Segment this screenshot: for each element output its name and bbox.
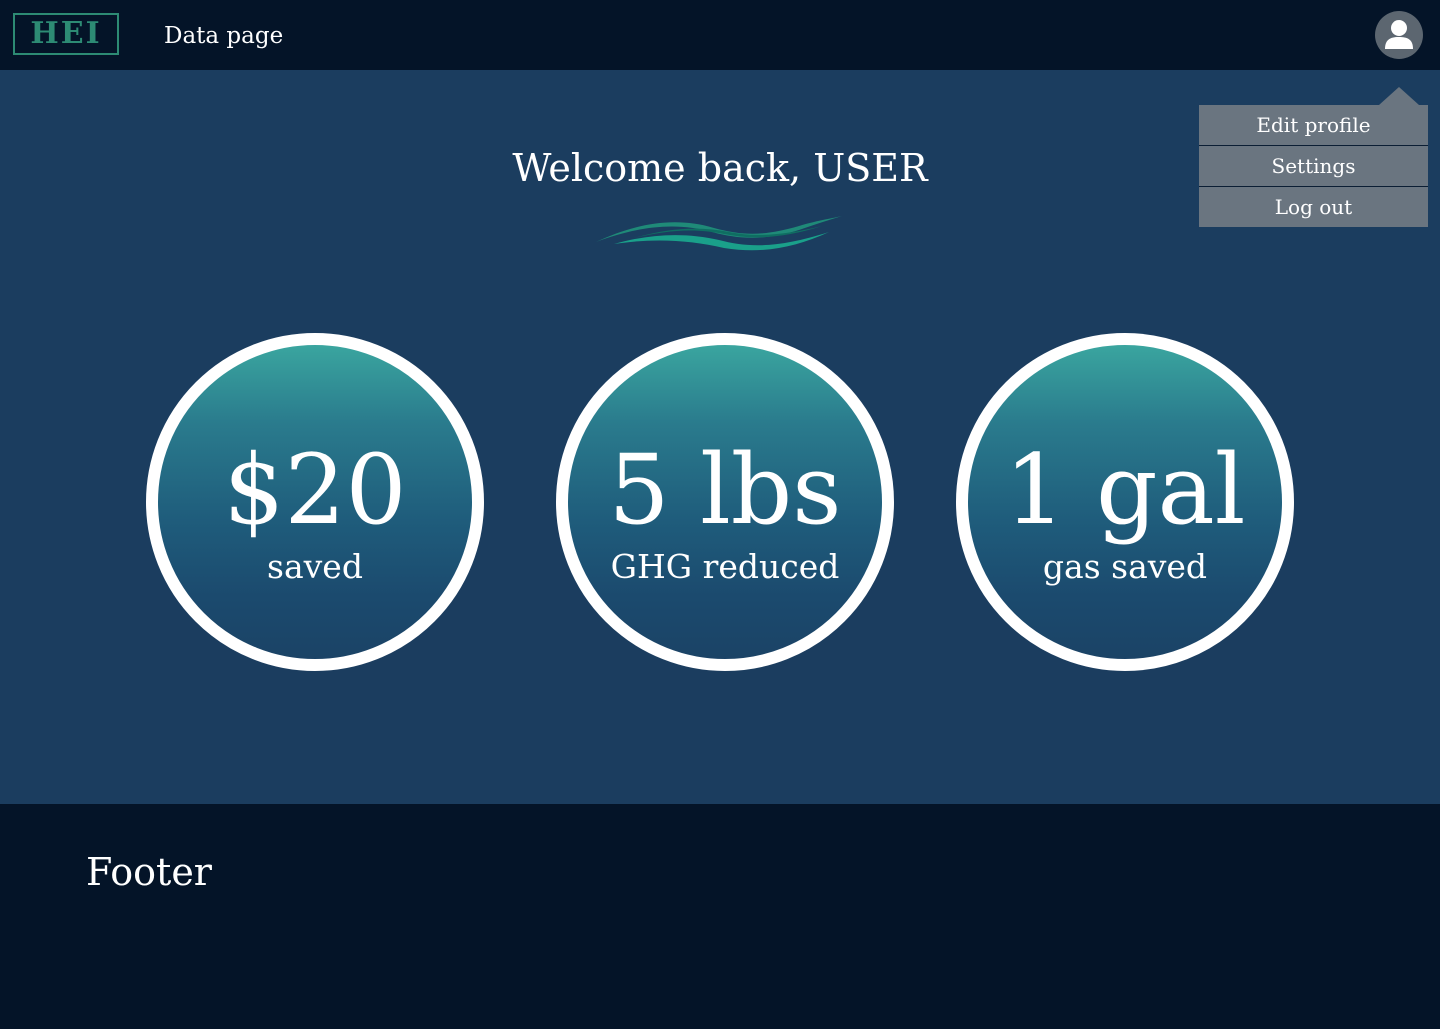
- hei-logo[interactable]: HEI: [13, 13, 119, 55]
- user-avatar-icon: [1385, 20, 1413, 49]
- page-title: Data page: [164, 23, 284, 49]
- top-navigation-bar: HEI Data page: [0, 0, 1440, 70]
- stat-value: $20: [223, 434, 407, 546]
- user-dropdown-menu: Edit profile Settings Log out: [1199, 105, 1428, 227]
- stat-circle-gas-saved: 1 gal gas saved: [956, 333, 1294, 671]
- user-avatar-button[interactable]: [1375, 11, 1423, 59]
- stat-circle-money-saved: $20 saved: [146, 333, 484, 671]
- menu-item-log-out[interactable]: Log out: [1199, 187, 1428, 227]
- dropdown-caret-icon: [1379, 87, 1419, 105]
- stat-value: 5 lbs: [608, 434, 842, 546]
- stat-label: GHG reduced: [610, 547, 840, 586]
- footer-title: Footer: [86, 850, 212, 894]
- menu-item-settings[interactable]: Settings: [1199, 146, 1428, 187]
- stat-circle-ghg-reduced: 5 lbs GHG reduced: [556, 333, 894, 671]
- menu-item-edit-profile[interactable]: Edit profile: [1199, 105, 1428, 146]
- stat-value: 1 gal: [1004, 434, 1246, 546]
- page-footer: Footer: [0, 804, 1440, 1029]
- stat-label: saved: [267, 547, 363, 586]
- stat-label: gas saved: [1042, 547, 1208, 586]
- wave-divider-icon: [596, 216, 842, 251]
